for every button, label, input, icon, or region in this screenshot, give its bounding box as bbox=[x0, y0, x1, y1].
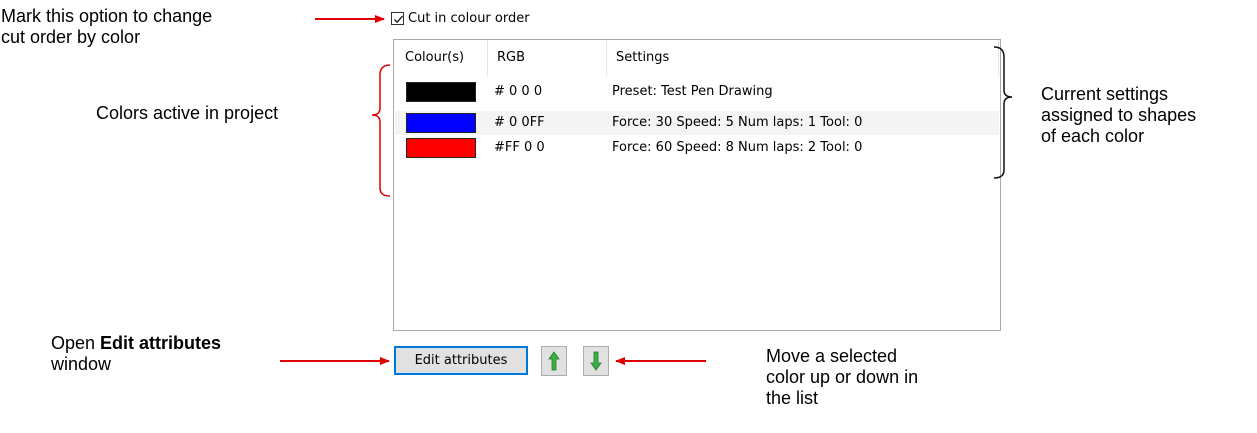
settings-bracket bbox=[993, 46, 1013, 179]
colors-bracket bbox=[371, 64, 391, 197]
callout-overlay bbox=[280, 15, 1013, 365]
